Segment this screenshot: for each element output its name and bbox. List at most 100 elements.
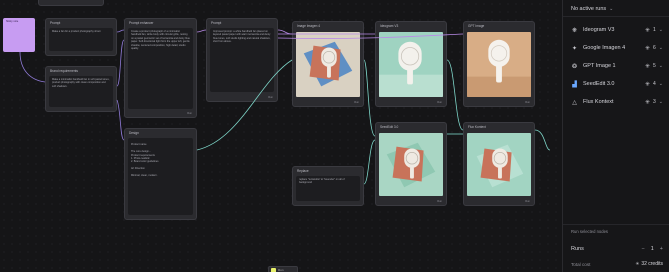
prompt-enhancer-text[interactable]: Create a product photograph of a minimal… — [128, 28, 193, 109]
wire — [116, 29, 125, 33]
runs-dropdown-label: No active runs — [571, 6, 607, 12]
image-node-ideogram[interactable]: Ideogram V3 Run — [375, 21, 447, 107]
prompt-enhancer-header: Prompt enhancer — [125, 19, 196, 27]
wire — [446, 59, 464, 131]
chevron-down-icon[interactable]: ⌄ — [659, 27, 663, 33]
fan-image-mint — [379, 32, 443, 97]
run-selected-label: Run selected nodes — [571, 229, 609, 234]
brand-requirements-node[interactable]: Brand requirements Make a minimalist han… — [45, 66, 117, 112]
prompt-node-header: Prompt — [46, 19, 116, 27]
bolt-icon — [271, 268, 276, 272]
model-row-flux[interactable]: △ Flux Kontext ✳ 3 ⌄ — [571, 94, 663, 110]
image-node-flux[interactable]: Flux Kontext Run — [463, 122, 535, 206]
enhanced-prompt-node[interactable]: Prompt Improved prompt: a white handheld… — [206, 18, 278, 102]
enhanced-prompt-text[interactable]: Improved prompt: a white handheld fan pl… — [210, 28, 274, 92]
generated-image[interactable] — [296, 32, 360, 97]
image-node-seededit[interactable]: SeedEdit 3.0 Run — [375, 122, 447, 206]
fan-image-sand — [467, 32, 531, 97]
increment-button[interactable]: + — [660, 246, 663, 252]
image-node-header: Flux Kontext — [464, 123, 534, 131]
generated-image[interactable] — [379, 133, 443, 196]
runs-value[interactable]: 1 — [651, 246, 654, 252]
flux-icon: △ — [572, 99, 577, 106]
node-title: GPT Image — [468, 24, 485, 28]
decrement-button[interactable]: − — [642, 246, 645, 252]
model-count: 5 — [653, 63, 656, 69]
model-row-gpt[interactable]: ❂ GPT Image 1 ✳ 5 ⌄ — [571, 58, 663, 74]
total-cost-value: 32 credits — [641, 261, 663, 267]
bottom-run-chip[interactable]: Run — [268, 266, 298, 272]
brand-requirements-header: Brand requirements — [46, 67, 116, 75]
run-button[interactable]: Run — [187, 112, 192, 115]
node-title: Prompt — [50, 21, 61, 25]
run-button[interactable]: Run — [437, 200, 442, 203]
image-node-header: SeedEdit 3.0 — [376, 123, 446, 131]
node-title: Ideogram V3 — [380, 24, 399, 28]
replace-header: Replace — [293, 167, 363, 175]
generated-image[interactable] — [467, 32, 531, 97]
image-node-imagen[interactable]: Image Imagen 4 Run — [292, 21, 364, 107]
fan-image-mint-geometric — [379, 133, 443, 196]
wire — [196, 29, 207, 33]
wire — [116, 99, 125, 141]
design-text[interactable]: Product name The core design... Product … — [128, 138, 193, 215]
design-value: Product name The core design... Product … — [131, 143, 159, 178]
sparkle-icon: ✳ — [645, 45, 651, 52]
enhanced-prompt-header: Prompt — [207, 19, 277, 27]
total-cost-label: Total cost — [571, 261, 591, 267]
runs-title: Runs — [571, 246, 584, 252]
run-button[interactable]: Run — [354, 101, 359, 104]
runs-dropdown[interactable]: No active runs ⌄ — [571, 4, 613, 14]
model-row-ideogram[interactable]: ❋ Ideogram V3 ✳ 1 ⌄ — [571, 22, 663, 38]
run-button[interactable]: Run — [525, 101, 530, 104]
fan-image-geometric — [296, 32, 360, 97]
sticky-note[interactable]: Sticky note — [3, 18, 35, 52]
model-name: GPT Image 1 — [583, 63, 616, 69]
brand-requirements-value: Make a minimalist handheld fan in soft p… — [52, 78, 110, 88]
workflow-canvas[interactable]: Sticky note Prompt Make a fan for a prod… — [0, 0, 562, 272]
run-button[interactable]: Run — [437, 101, 442, 104]
replace-text[interactable]: replace "terracotta" to "lavender" on al… — [296, 176, 360, 201]
google-imagen-icon: ✦ — [571, 45, 578, 52]
model-row-seededit[interactable]: ▟ SeedEdit 3.0 ✳ 4 ⌄ — [571, 76, 663, 92]
prompt-text[interactable]: Make a fan for a product photography sho… — [49, 28, 113, 51]
chevron-down-icon[interactable]: ⌄ — [659, 63, 663, 69]
node-title: Brand requirements — [50, 69, 78, 73]
model-row-google-imagen[interactable]: ✦ Google Imagen 4 ✳ 6 ⌄ — [571, 40, 663, 56]
model-count: 3 — [653, 99, 656, 105]
sparkle-icon: ✳ — [645, 81, 651, 88]
generated-image[interactable] — [379, 32, 443, 97]
model-count: 6 — [653, 45, 656, 51]
image-node-gpt[interactable]: GPT Image Run — [463, 21, 535, 107]
node-title: Design — [129, 131, 139, 135]
run-button[interactable]: Run — [525, 200, 530, 203]
node-title: Flux Kontext — [468, 125, 486, 129]
node-title: Prompt enhancer — [129, 21, 154, 25]
gpt-icon: ❂ — [571, 63, 578, 70]
design-node[interactable]: Design Product name The core design... P… — [124, 128, 197, 220]
node-title: Replace — [297, 169, 309, 173]
total-cost-row: Total cost ✳ 32 credits — [571, 259, 663, 269]
enhanced-prompt-value: Improved prompt: a white handheld fan pl… — [213, 30, 271, 44]
chevron-down-icon[interactable]: ⌄ — [659, 99, 663, 105]
replace-node[interactable]: Replace replace "terracotta" to "lavende… — [292, 166, 364, 206]
prompt-enhancer-node[interactable]: Prompt enhancer Create a product photogr… — [124, 18, 197, 118]
sparkle-icon: ✳ — [645, 27, 651, 34]
generated-image[interactable] — [467, 133, 531, 196]
design-header: Design — [125, 129, 196, 137]
image-node-header: Image Imagen 4 — [293, 22, 363, 30]
sparkle-icon: ✳ — [645, 99, 651, 106]
prompt-node[interactable]: Prompt Make a fan for a product photogra… — [45, 18, 117, 56]
chevron-down-icon[interactable]: ⌄ — [659, 81, 663, 87]
fan-image-mint-alt — [467, 133, 531, 196]
wire — [19, 51, 46, 83]
chevron-down-icon: ⌄ — [609, 6, 614, 12]
model-name: Ideogram V3 — [583, 27, 615, 33]
brand-requirements-text[interactable]: Make a minimalist handheld fan in soft p… — [49, 76, 113, 107]
model-count: 1 — [653, 27, 656, 33]
run-button[interactable]: Run — [268, 96, 273, 99]
node-top-partial[interactable] — [38, 0, 104, 6]
image-node-header: GPT Image — [464, 22, 534, 30]
image-node-header: Ideogram V3 — [376, 22, 446, 30]
chevron-down-icon[interactable]: ⌄ — [659, 45, 663, 51]
